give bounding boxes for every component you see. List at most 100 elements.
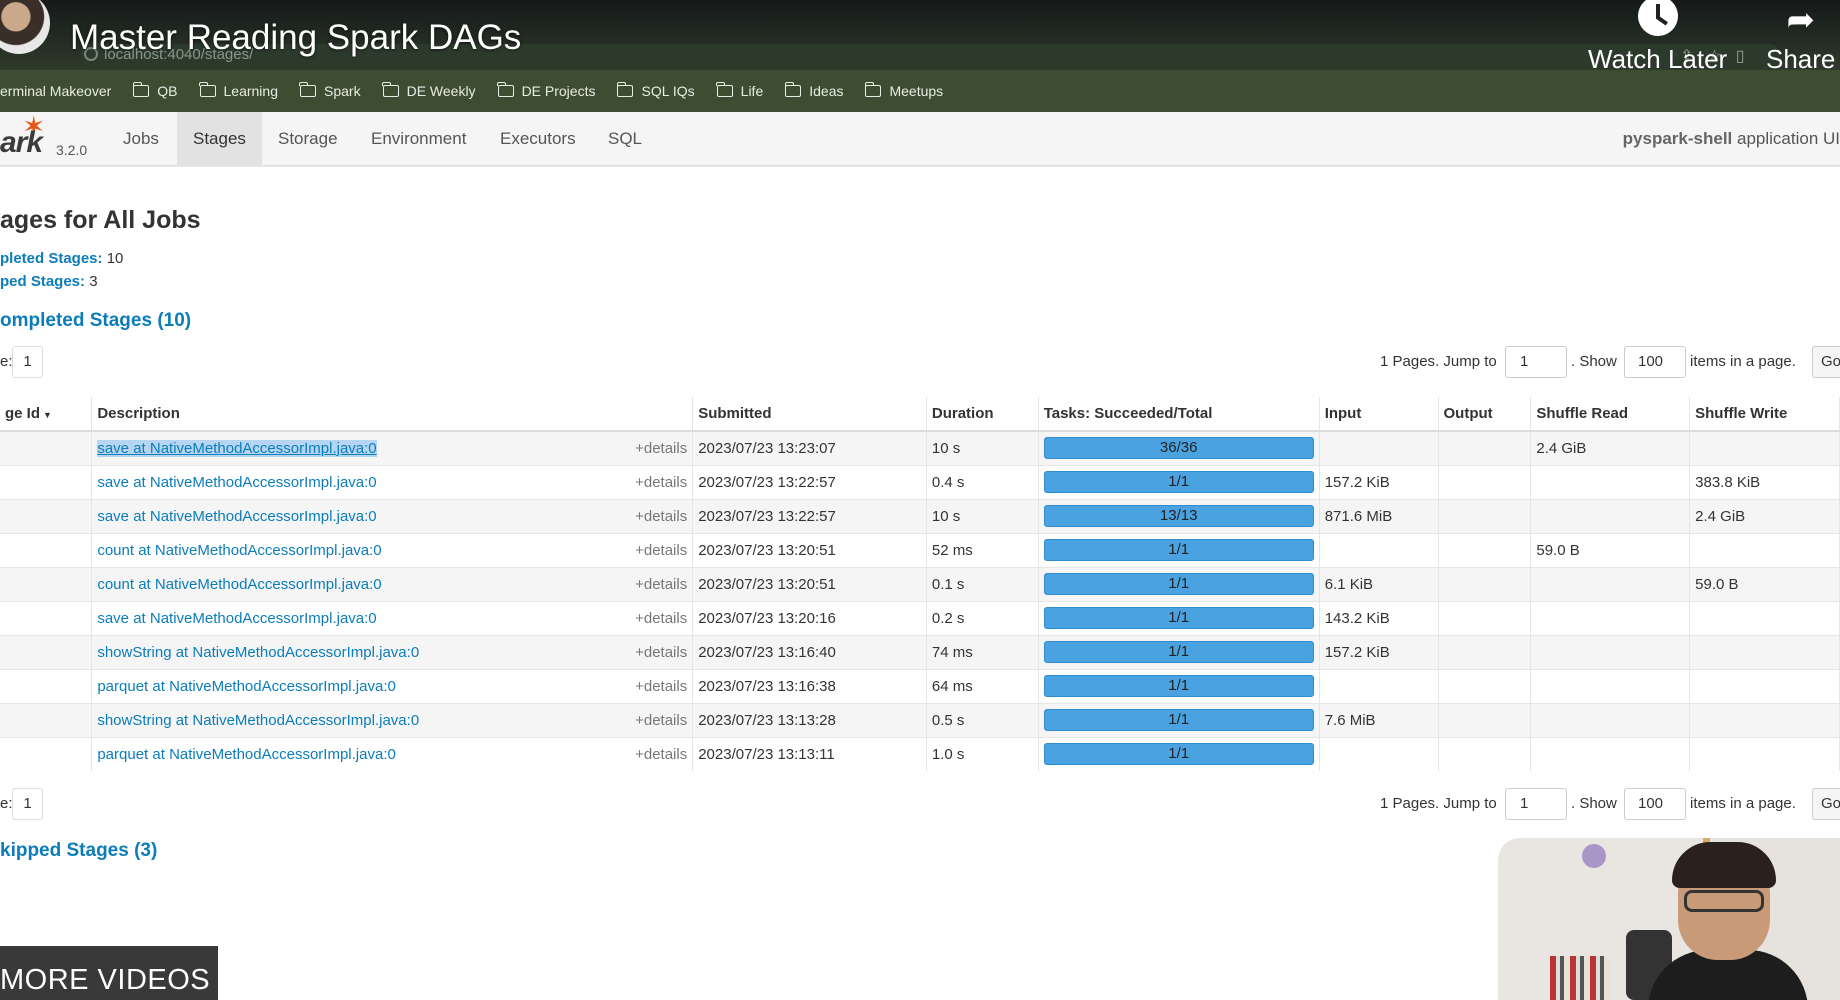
- tab-executors[interactable]: Executors: [484, 112, 592, 166]
- bookmark-item[interactable]: DE Projects: [496, 82, 595, 99]
- duration-cell: 0.5 s: [926, 702, 1039, 737]
- stage-description-link[interactable]: save at NativeMethodAccessorImpl.java:0: [97, 508, 376, 525]
- input-cell: 7.6 MiB: [1319, 702, 1439, 737]
- completed-stages-header[interactable]: ompleted Stages (10): [0, 310, 191, 332]
- jump-to-input[interactable]: 1: [1505, 788, 1567, 820]
- header-shuffle-write[interactable]: Shuffle Write: [1689, 397, 1840, 432]
- stage-description-link[interactable]: save at NativeMethodAccessorImpl.java:0: [97, 439, 377, 457]
- completed-stages-table: ge Id ▼ Description Submitted Duration Ta…: [0, 397, 1840, 771]
- details-toggle[interactable]: +details: [635, 474, 687, 491]
- folder-icon: [616, 82, 634, 97]
- go-button[interactable]: Go: [1812, 788, 1840, 820]
- tab-sql[interactable]: SQL: [592, 112, 658, 166]
- header-output[interactable]: Output: [1438, 397, 1532, 432]
- stage-id-cell: [0, 532, 93, 567]
- spark-logo[interactable]: ark: [0, 126, 43, 160]
- bookmark-label: Ideas: [809, 83, 844, 99]
- header-description[interactable]: Description: [91, 397, 694, 432]
- video-title[interactable]: Master Reading Spark DAGs: [70, 18, 521, 58]
- submitted-cell: 2023/07/23 13:16:40: [692, 634, 927, 669]
- tab-storage[interactable]: Storage: [262, 112, 354, 166]
- details-toggle[interactable]: +details: [635, 440, 687, 457]
- skipped-stages-header[interactable]: kipped Stages (3): [0, 840, 157, 862]
- stage-description-link[interactable]: showString at NativeMethodAccessorImpl.j…: [97, 644, 419, 661]
- table-row: parquet at NativeMethodAccessorImpl.java…: [0, 668, 1840, 703]
- skipped-stages-link[interactable]: ped Stages:: [0, 273, 85, 290]
- stage-description-link[interactable]: save at NativeMethodAccessorImpl.java:0: [97, 474, 376, 491]
- tab-stages[interactable]: Stages: [177, 112, 262, 166]
- clock-icon: [1637, 0, 1678, 36]
- page-number-button[interactable]: 1: [12, 346, 43, 378]
- presenter-glasses: [1684, 890, 1764, 912]
- show-text: . Show: [1571, 353, 1617, 370]
- tasks-cell: 1/1: [1038, 464, 1320, 499]
- share-button[interactable]: ➦ Share: [1766, 0, 1835, 75]
- page-number-button[interactable]: 1: [12, 788, 43, 820]
- header-stage-id[interactable]: ge Id ▼: [0, 397, 93, 432]
- shuffle-write-cell: [1689, 532, 1840, 567]
- bookmark-label: Life: [740, 83, 764, 99]
- tab-jobs[interactable]: Jobs: [107, 112, 175, 166]
- tasks-cell: 1/1: [1038, 668, 1320, 703]
- header-shuffle-read[interactable]: Shuffle Read: [1530, 397, 1691, 432]
- header-input[interactable]: Input: [1319, 397, 1439, 432]
- tab-environment[interactable]: Environment: [355, 112, 482, 166]
- shuffle-write-cell: 59.0 B: [1689, 566, 1840, 601]
- stage-description-link[interactable]: count at NativeMethodAccessorImpl.java:0: [97, 542, 381, 559]
- details-toggle[interactable]: +details: [635, 610, 687, 627]
- details-toggle[interactable]: +details: [635, 542, 687, 559]
- bookmark-item[interactable]: Learning: [198, 82, 278, 99]
- page-size-input[interactable]: 100: [1624, 346, 1686, 378]
- details-toggle[interactable]: +details: [635, 508, 687, 525]
- submitted-cell: 2023/07/23 13:23:07: [692, 430, 927, 465]
- bookmark-item[interactable]: erminal Makeover: [0, 83, 111, 99]
- details-toggle[interactable]: +details: [635, 712, 687, 729]
- share-arrow-icon: ➦: [1786, 1, 1815, 39]
- tasks-cell: 1/1: [1038, 702, 1320, 737]
- input-cell: [1319, 668, 1439, 703]
- bookmark-item[interactable]: DE Weekly: [381, 82, 476, 99]
- page-size-input[interactable]: 100: [1624, 788, 1686, 820]
- submitted-cell: 2023/07/23 13:20:16: [692, 600, 927, 635]
- stage-description-link[interactable]: parquet at NativeMethodAccessorImpl.java…: [97, 746, 395, 763]
- skipped-stages-summary: ped Stages: 3: [0, 273, 98, 290]
- details-toggle[interactable]: +details: [635, 746, 687, 763]
- completed-stages-link[interactable]: pleted Stages:: [0, 250, 103, 267]
- duration-cell: 0.1 s: [926, 566, 1039, 601]
- stage-description-link[interactable]: showString at NativeMethodAccessorImpl.j…: [97, 712, 419, 729]
- bookmark-item[interactable]: QB: [132, 82, 178, 99]
- stage-description-link[interactable]: save at NativeMethodAccessorImpl.java:0: [97, 610, 376, 627]
- bookmark-item[interactable]: SQL IQs: [616, 82, 695, 99]
- header-tasks[interactable]: Tasks: Succeeded/Total: [1038, 397, 1320, 432]
- duration-cell: 64 ms: [926, 668, 1039, 703]
- more-videos-button[interactable]: MORE VIDEOS: [0, 946, 218, 1000]
- bookmark-item[interactable]: Meetups: [864, 82, 943, 99]
- show-text: . Show: [1571, 795, 1617, 812]
- bookmark-item[interactable]: Spark: [299, 82, 361, 99]
- details-toggle[interactable]: +details: [635, 644, 687, 661]
- description-cell: showString at NativeMethodAccessorImpl.j…: [91, 634, 694, 669]
- page-label: e:: [0, 353, 13, 370]
- table-row: save at NativeMethodAccessorImpl.java:0 +…: [0, 600, 1840, 635]
- tasks-cell: 13/13: [1038, 498, 1320, 533]
- watch-later-button[interactable]: Watch Later: [1588, 0, 1727, 75]
- shuffle-read-cell: [1530, 668, 1691, 703]
- details-toggle[interactable]: +details: [635, 678, 687, 695]
- stage-description-link[interactable]: count at NativeMethodAccessorImpl.java:0: [97, 576, 381, 593]
- header-submitted[interactable]: Submitted: [692, 397, 927, 432]
- stage-description-link[interactable]: parquet at NativeMethodAccessorImpl.java…: [97, 678, 395, 695]
- header-duration[interactable]: Duration: [926, 397, 1039, 432]
- bookmark-item[interactable]: Life: [716, 82, 764, 99]
- stage-id-cell: [0, 736, 93, 771]
- shuffle-write-cell: [1689, 600, 1840, 635]
- description-cell: count at NativeMethodAccessorImpl.java:0…: [91, 566, 694, 601]
- go-button[interactable]: Go: [1812, 346, 1840, 378]
- jump-to-input[interactable]: 1: [1505, 346, 1567, 378]
- shuffle-read-cell: [1530, 566, 1691, 601]
- folder-icon: [381, 82, 399, 97]
- bookmark-item[interactable]: Ideas: [784, 82, 844, 99]
- task-progress-bar: 1/1: [1043, 471, 1314, 493]
- description-cell: save at NativeMethodAccessorImpl.java:0 +…: [91, 600, 694, 635]
- stage-id-cell: [0, 702, 93, 737]
- details-toggle[interactable]: +details: [635, 576, 687, 593]
